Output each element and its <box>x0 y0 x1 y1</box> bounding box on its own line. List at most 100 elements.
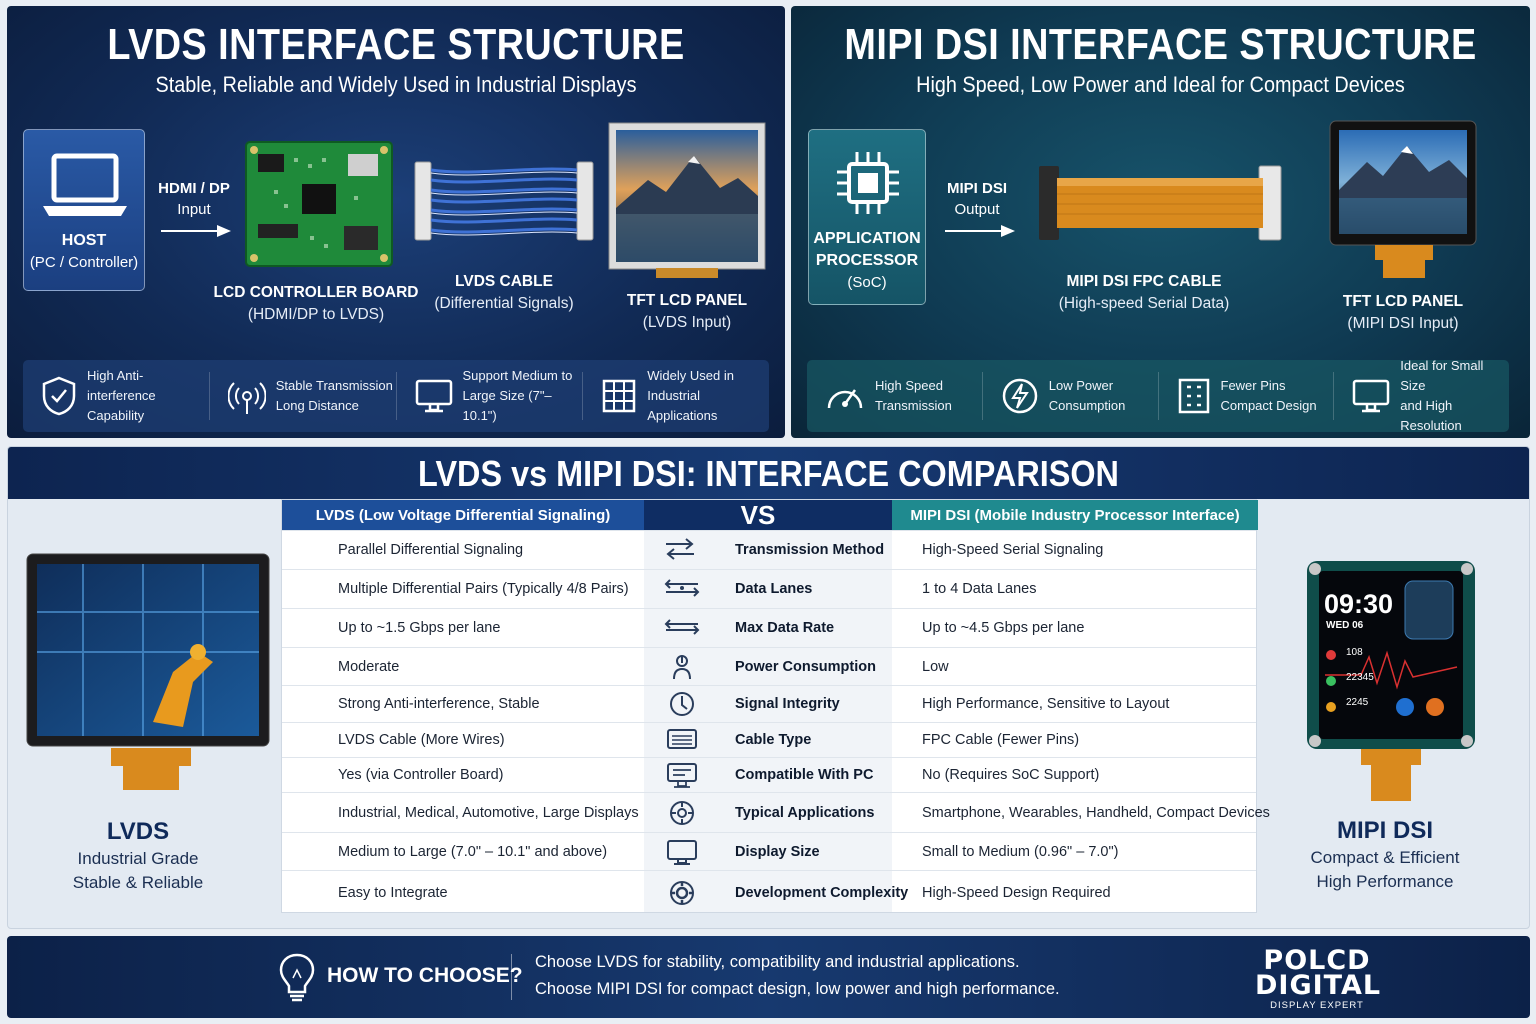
mipi-value: Smartphone, Wearables, Handheld, Compact… <box>922 804 1270 821</box>
mipi-feature-4: Ideal for Small Size and High Resolution <box>1334 358 1509 433</box>
mipi-output-line2: Output <box>954 201 1000 218</box>
watch-steps: 22345 <box>1346 672 1374 683</box>
controller-board-label: LCD CONTROLLER BOARD (HDMI/DP to LVDS) <box>214 282 419 326</box>
mipi-value: 1 to 4 Data Lanes <box>922 581 1037 597</box>
tft-panel-lvds-image <box>608 122 766 278</box>
lvds-title: LVDS INTERFACE STRUCTURE <box>107 20 685 69</box>
watch-time: 09:30 <box>1324 589 1394 619</box>
industrial-monitor-image <box>26 553 270 790</box>
mipi-output-label: MIPI DSI Output <box>947 178 1007 220</box>
comparison-aspect: Data Lanes <box>735 581 813 597</box>
arrow-right-icon <box>945 225 1015 237</box>
comparison-aspect: Signal Integrity <box>735 696 840 712</box>
lvds-value: Easy to Integrate <box>338 884 448 901</box>
tft-panel-lvds-title: TFT LCD PANEL <box>626 292 748 309</box>
table-row: LVDS Cable (More Wires) Cable Type FPC Cab… <box>282 722 1256 757</box>
pc-icon <box>667 763 697 788</box>
lvds-feature-2: Stable Transmission Long Distance <box>210 372 397 420</box>
comparison-table: LVDS (Low Voltage Differential Signaling… <box>281 499 1270 913</box>
lvds-value: Industrial, Medical, Automotive, Large D… <box>338 804 639 821</box>
grid-icon <box>603 379 636 413</box>
comparison-aspect: Cable Type <box>735 732 812 748</box>
host-sub: (PC / Controller) <box>29 254 139 271</box>
lvds-value: Moderate <box>338 658 400 675</box>
table-header-mipi-text: MIPI DSI (Mobile Industry Processor Inte… <box>910 506 1240 524</box>
table-row: Moderate Power Consumption Low <box>282 647 1256 685</box>
lvds-feature-1: High Anti-interference Capability <box>23 368 210 423</box>
lvds-side-caption: LVDS Industrial Grade Stable & Reliable <box>73 817 203 895</box>
hdmi-input-line1: HDMI / DP <box>158 180 230 197</box>
controller-board-image <box>245 141 393 267</box>
host-title: HOST <box>61 232 107 249</box>
fpc-cable-label: MIPI DSI FPC CABLE (High-speed Serial Da… <box>1059 271 1230 315</box>
mipi-feature-2: Low Power Consumption <box>983 372 1159 420</box>
tft-panel-mipi-label: TFT LCD PANEL (MIPI DSI Input) <box>1343 291 1463 335</box>
application-processor-box: APPLICATION PROCESSOR (SoC) <box>808 129 926 305</box>
mipi-feature-1-text: High Speed Transmission <box>875 378 952 413</box>
host-box: HOST (PC / Controller) <box>23 129 145 291</box>
hdmi-input-line2: Input <box>177 201 211 218</box>
footer-line2: Choose MIPI DSI for compact design, low … <box>535 980 1060 998</box>
mipi-feature-1: High Speed Transmission <box>807 372 983 420</box>
tft-panel-lvds-sub: (LVDS Input) <box>642 314 732 331</box>
lvds-feature-3-text: Support Medium to Large Size (7"–10.1") <box>462 368 573 423</box>
laptop-icon <box>43 153 127 216</box>
mipi-value: Up to ~4.5 Gbps per lane <box>922 620 1085 636</box>
table-header-vs: VS <box>644 500 892 530</box>
lvds-cable-title: LVDS CABLE <box>455 273 553 290</box>
pins-icon <box>1178 378 1209 414</box>
arrows-icon <box>666 538 694 560</box>
lightbulb-icon <box>279 953 315 1002</box>
mipi-side-title: MIPI DSI <box>1336 817 1434 844</box>
fpc-cable-image <box>1039 165 1282 241</box>
lvds-value: Strong Anti-interference, Stable <box>338 696 540 712</box>
watch-date: WED 06 <box>1326 620 1364 631</box>
processor-line1: APPLICATION <box>813 230 921 247</box>
mipi-value: Low <box>922 658 949 675</box>
signal-waves-icon <box>227 382 266 414</box>
comparison-title-bar: LVDS vs MIPI DSI: INTERFACE COMPARISON <box>8 447 1529 499</box>
table-row: Yes (via Controller Board) Compatible Wit… <box>282 757 1256 792</box>
lvds-value: Yes (via Controller Board) <box>338 767 504 783</box>
mipi-feature-3-text: Fewer Pins Compact Design <box>1220 378 1317 413</box>
table-row: Parallel Differential Signaling Transmiss… <box>282 530 1256 569</box>
processor-line2: PROCESSOR <box>815 252 919 269</box>
shield-check-icon <box>42 376 76 416</box>
lanes-icon <box>664 579 700 597</box>
table-row: Strong Anti-interference, Stable Signal I… <box>282 685 1256 722</box>
mipi-feature-3: Fewer Pins Compact Design <box>1159 372 1335 420</box>
mipi-value: FPC Cable (Fewer Pins) <box>922 732 1080 748</box>
lvds-feature-3: Support Medium to Large Size (7"–10.1") <box>397 368 584 423</box>
lvds-feature-4-text: Widely Used in Industrial Applications <box>647 368 734 423</box>
lvds-value: Medium to Large (7.0" – 10.1" and above) <box>338 843 608 860</box>
mipi-side-line2: High Performance <box>1316 872 1454 891</box>
controller-board-sub: (HDMI/DP to LVDS) <box>247 306 385 323</box>
tft-panel-mipi-sub: (MIPI DSI Input) <box>1347 315 1459 332</box>
lvds-side-title: LVDS <box>106 818 170 845</box>
how-to-choose-label: HOW TO CHOOSE? <box>327 964 523 987</box>
lvds-value: Up to ~1.5 Gbps per lane <box>338 620 501 636</box>
fpc-cable-title: MIPI DSI FPC CABLE <box>1066 273 1222 290</box>
comparison-aspect: Development Complexity <box>735 884 909 901</box>
monitor-icon <box>415 379 452 413</box>
lvds-cable-image <box>414 161 594 241</box>
arrow-right-icon <box>161 225 231 237</box>
lvds-side-line1: Industrial Grade <box>77 849 199 868</box>
tft-panel-mipi-image <box>1329 120 1477 278</box>
mipi-value: Small to Medium (0.96" – 7.0") <box>922 843 1119 860</box>
fpc-cable-sub: (High-speed Serial Data) <box>1058 295 1230 312</box>
table-header-lvds: LVDS (Low Voltage Differential Signaling… <box>282 500 644 530</box>
brand-tagline: DISPLAY EXPERT <box>1270 1000 1364 1011</box>
mipi-feature-2-text: Low Power Consumption <box>1048 378 1126 413</box>
comparison-aspect: Display Size <box>735 843 820 860</box>
footer-bar: HOW TO CHOOSE? Choose LVDS for stability… <box>7 936 1530 1018</box>
table-row: Medium to Large (7.0" – 10.1" and above)… <box>282 832 1256 870</box>
brand-name-2: DIGITAL <box>1255 970 1382 1001</box>
lvds-features-strip: High Anti-interference Capability Stable… <box>23 360 769 432</box>
lightning-icon <box>1002 378 1037 414</box>
mipi-value: No (Requires SoC Support) <box>922 767 1100 783</box>
mipi-feature-4-text: Ideal for Small Size and High Resolution <box>1400 358 1484 433</box>
hdmi-input-label: HDMI / DP Input <box>158 178 230 220</box>
cable-icon <box>667 729 697 749</box>
lvds-value: Parallel Differential Signaling <box>338 542 524 558</box>
